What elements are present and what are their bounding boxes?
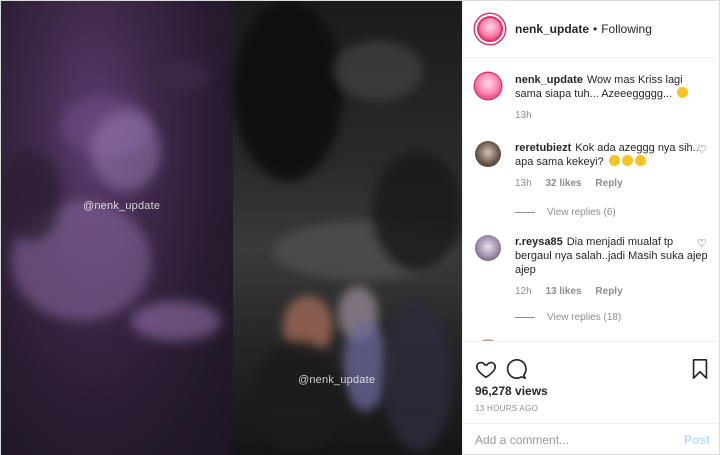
comment-time[interactable]: 13h <box>515 178 532 189</box>
laughing-emoji-icon <box>634 155 646 166</box>
wink-emoji-icon <box>677 87 689 98</box>
laughing-emoji-icon <box>608 155 620 166</box>
post-video[interactable]: @nenk_update @nenk_update <box>1 1 462 455</box>
view-replies-label: View replies (6) <box>547 207 616 218</box>
comment-likes[interactable]: 32 likes <box>545 178 581 189</box>
header-separator: • <box>593 22 598 36</box>
caption-avatar[interactable] <box>475 73 501 99</box>
bookmark-icon[interactable] <box>689 358 711 380</box>
video-left-panel: @nenk_update <box>1 1 233 455</box>
view-replies-label: View replies (18) <box>547 312 622 323</box>
comment-avatar[interactable] <box>475 141 501 167</box>
post-frame: @nenk_update @nenk_update nenk_update • … <box>0 0 720 455</box>
video-watermark-left: @nenk_update <box>83 200 161 212</box>
post-timestamp[interactable]: 13 HOURS AGO <box>475 404 538 413</box>
comment-likes[interactable]: 13 likes <box>545 286 581 297</box>
post-actions: 96,278 views 13 HOURS AGO <box>463 341 720 423</box>
comment-username[interactable]: r.reysa85 <box>515 236 563 248</box>
reply-button[interactable]: Reply <box>595 178 622 189</box>
avatar[interactable] <box>475 14 505 44</box>
following-button[interactable]: Following <box>601 22 652 36</box>
like-comment-heart-icon[interactable]: ♡ <box>697 145 707 156</box>
video-watermark-right: @nenk_update <box>298 374 376 386</box>
add-comment-bar: Post <box>463 423 720 455</box>
view-replies-button[interactable]: View replies (18) <box>515 312 621 323</box>
reply-button[interactable]: Reply <box>595 286 622 297</box>
video-right-panel: @nenk_update <box>233 1 462 455</box>
caption-username[interactable]: nenk_update <box>515 74 583 86</box>
like-comment-heart-icon[interactable]: ♡ <box>697 239 707 250</box>
heart-icon[interactable] <box>475 358 497 380</box>
comments-list[interactable]: nenk_update Wow mas Kriss lagi sama siapa… <box>463 59 720 341</box>
laughing-emoji-icon <box>621 155 633 166</box>
comment-avatar[interactable] <box>475 235 501 261</box>
post-header: nenk_update • Following <box>463 1 720 58</box>
view-count[interactable]: 96,278 views <box>475 384 548 398</box>
comment-icon[interactable] <box>505 358 527 380</box>
comment-input[interactable] <box>475 433 684 447</box>
view-replies-button[interactable]: View replies (6) <box>515 207 616 218</box>
caption-time[interactable]: 13h <box>515 110 532 121</box>
comment-username[interactable]: reretubiezt <box>515 142 571 154</box>
post-button[interactable]: Post <box>684 433 710 447</box>
comment-time[interactable]: 12h <box>515 286 532 297</box>
post-sidebar: nenk_update • Following nenk_update Wow m… <box>462 1 720 455</box>
header-username[interactable]: nenk_update <box>515 22 589 36</box>
